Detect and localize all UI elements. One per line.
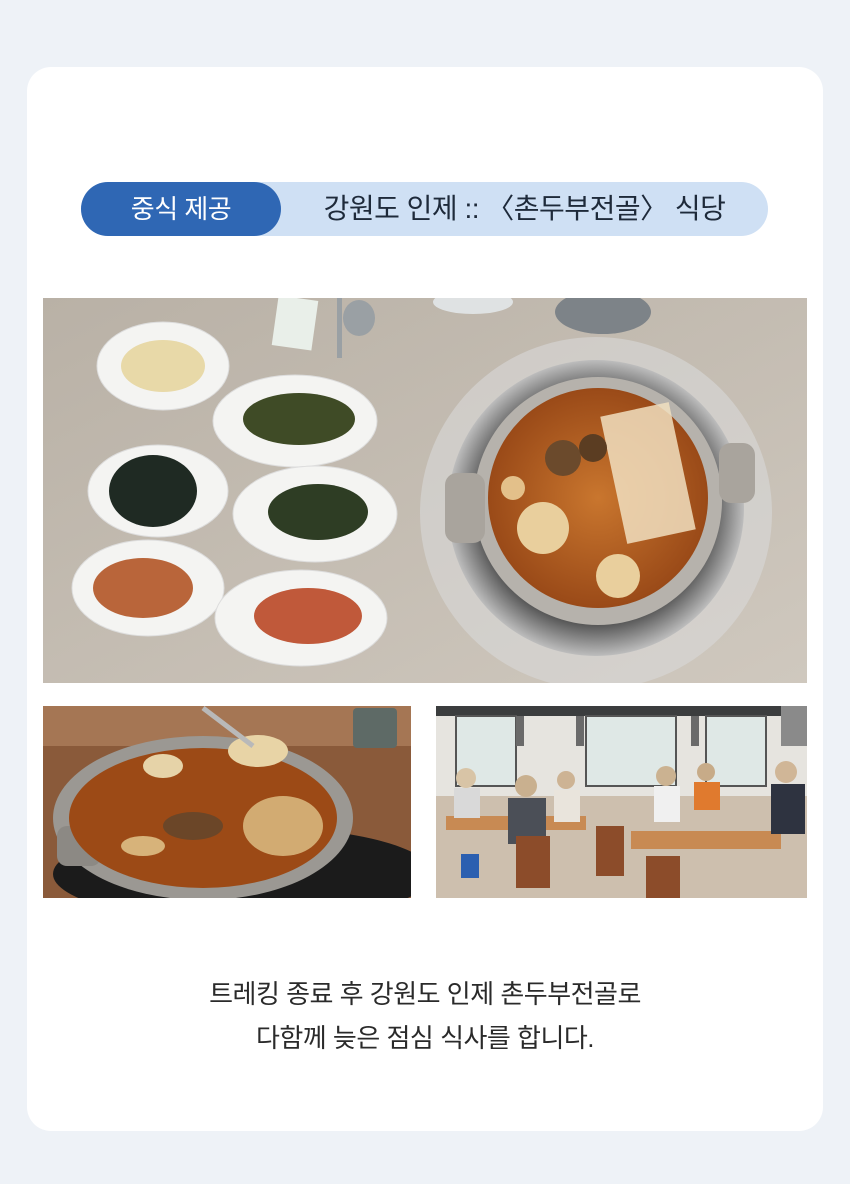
description-caption: 트레킹 종료 후 강원도 인제 촌두부전골로 다함께 늦은 점심 식사를 합니다… <box>27 972 823 1060</box>
hotpot <box>420 337 772 683</box>
dining-hall-photo <box>436 706 807 898</box>
dining-hall-illustration <box>436 706 807 898</box>
restaurant-title: 강원도 인제 :: 〈촌두부전골〉 식당 <box>323 193 726 224</box>
hotpot-side-dishes-illustration <box>43 298 807 683</box>
lunch-badge: 중식 제공 <box>81 182 281 236</box>
caption-line-2: 다함께 늦은 점심 식사를 합니다. <box>255 1023 595 1053</box>
caption-line-1: 트레킹 종료 후 강원도 인제 촌두부전골로 <box>209 979 641 1009</box>
hotpot-closeup-illustration <box>43 706 411 898</box>
section-header-pill: 중식 제공 강원도 인제 :: 〈촌두부전골〉 식당 <box>81 182 768 236</box>
main-food-photo <box>43 298 807 683</box>
hotpot-closeup-photo <box>43 706 411 898</box>
